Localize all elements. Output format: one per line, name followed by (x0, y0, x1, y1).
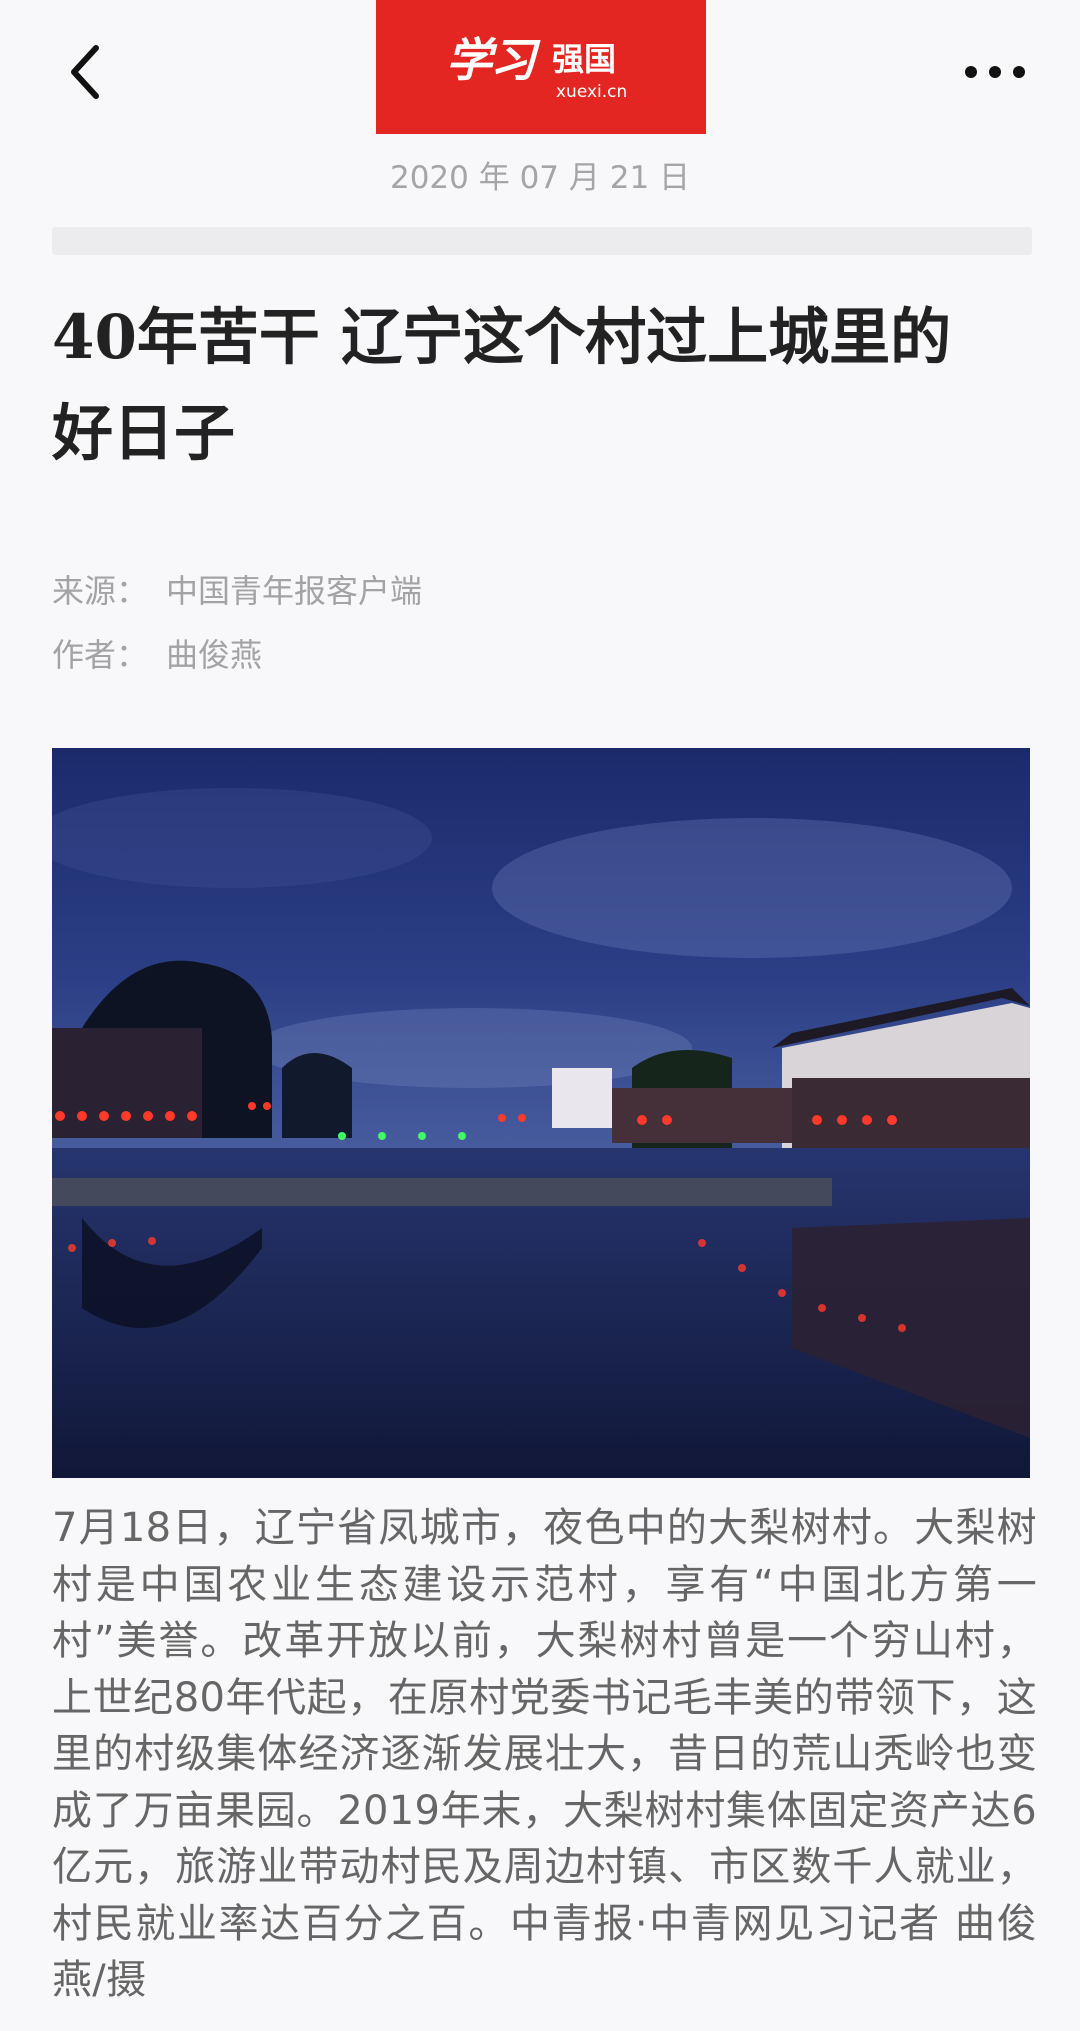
logo-brand: 强国 (552, 40, 617, 78)
article-page: 学习 强国 xuexi.cn 2020 年 07 月 21 日 40年苦干 辽宁… (0, 0, 1080, 2031)
photo-caption: 7月18日，辽宁省凤城市，夜色中的大梨树村。大梨树村是中国农业生态建设示范村，享… (52, 1505, 1037, 2003)
source-label: 来源： (52, 572, 149, 610)
source-line: 来源： 中国青年报客户端 (52, 566, 422, 612)
xuexi-logo: 学习 强国 xuexi.cn (376, 0, 706, 134)
village-night-photo (52, 748, 1030, 1478)
more-horizontal-icon (965, 66, 1025, 78)
publish-date: 2020 年 07 月 21 日 (389, 160, 691, 196)
divider (52, 227, 1032, 255)
article-title: 40年苦干 辽宁这个村过上城里的好日子 (52, 302, 952, 469)
author-value: 曲俊燕 (166, 636, 263, 674)
author-line: 作者： 曲俊燕 (52, 630, 262, 676)
chevron-left-icon (71, 45, 99, 99)
logo-script: 学习 (446, 33, 536, 87)
author-label: 作者： (52, 636, 149, 674)
source-value: 中国青年报客户端 (166, 572, 423, 610)
back-button[interactable] (52, 40, 116, 104)
article-photo[interactable] (52, 748, 1030, 1478)
more-button[interactable] (960, 52, 1030, 92)
logo-domain: xuexi.cn (556, 82, 628, 102)
